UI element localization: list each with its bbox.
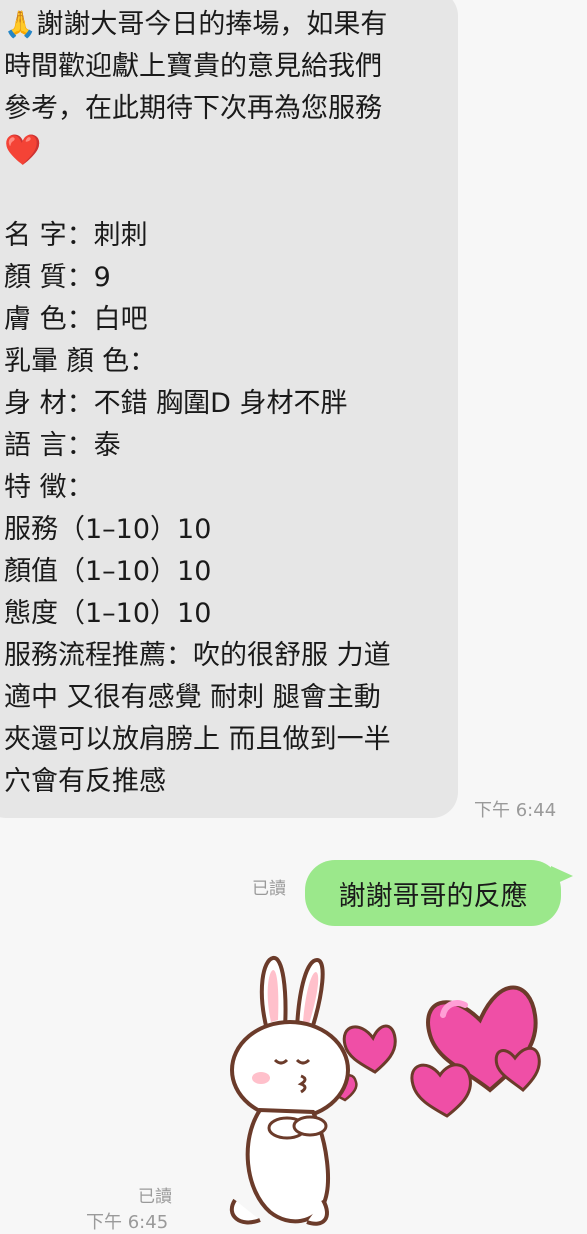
message-line: 身 材：不錯 胸圍D 身材不胖 xyxy=(4,388,348,419)
message-line: 態度（1–10）10 xyxy=(4,598,212,629)
message-line: 特 徵： xyxy=(4,472,94,503)
message-line: 名 字：刺刺 xyxy=(4,220,148,251)
incoming-message-text: 🙏謝謝大哥今日的捧場，如果有 時間歡迎獻上寶貴的意見給我們 參考，在此期待下次再… xyxy=(4,4,391,803)
message-line: 語 言：泰 xyxy=(4,430,121,461)
outgoing-message-text: 謝謝哥哥的反應 xyxy=(338,880,528,912)
heart-bottom-icon xyxy=(410,1063,472,1118)
message-line: 膚 色：白吧 xyxy=(4,304,148,335)
red-heart-icon: ❤️ xyxy=(4,133,42,168)
message-line: 時間歡迎獻上寶貴的意見給我們 xyxy=(4,51,382,82)
sticker-read-receipt: 已讀 xyxy=(138,1187,172,1207)
message-line: 適中 又很有感覺 耐刺 腿會主動 xyxy=(4,682,381,713)
message-line: 顏 質：9 xyxy=(4,262,111,293)
praying-hands-icon: 🙏 xyxy=(4,10,37,40)
message-line: 謝謝大哥今日的捧場，如果有 xyxy=(36,9,388,40)
incoming-message-bubble[interactable]: 🙏謝謝大哥今日的捧場，如果有 時間歡迎獻上寶貴的意見給我們 參考，在此期待下次再… xyxy=(0,0,458,818)
heart-left-icon xyxy=(342,1024,397,1074)
bunny-head xyxy=(230,1020,350,1120)
message-line: 乳暈 顏 色： xyxy=(4,346,157,377)
sticker-timestamp: 下午 6:45 xyxy=(86,1212,169,1233)
message-line: 服務流程推薦：吹的很舒服 力道 xyxy=(4,640,391,671)
message-line: 穴會有反推感 xyxy=(4,766,166,797)
message-line: 參考，在此期待下次再為您服務 xyxy=(4,93,382,124)
bunny-kiss-sticker[interactable] xyxy=(215,950,555,1230)
small-heart-icon xyxy=(494,1046,541,1093)
incoming-timestamp: 下午 6:44 xyxy=(474,800,557,821)
message-line: 夾還可以放肩膀上 而且做到一半 xyxy=(4,724,391,755)
read-receipt: 已讀 xyxy=(252,879,286,899)
message-line: 服務（1–10）10 xyxy=(4,514,212,545)
outgoing-message-bubble[interactable]: 謝謝哥哥的反應 xyxy=(305,860,573,926)
message-line: 顏值（1–10）10 xyxy=(4,556,212,587)
